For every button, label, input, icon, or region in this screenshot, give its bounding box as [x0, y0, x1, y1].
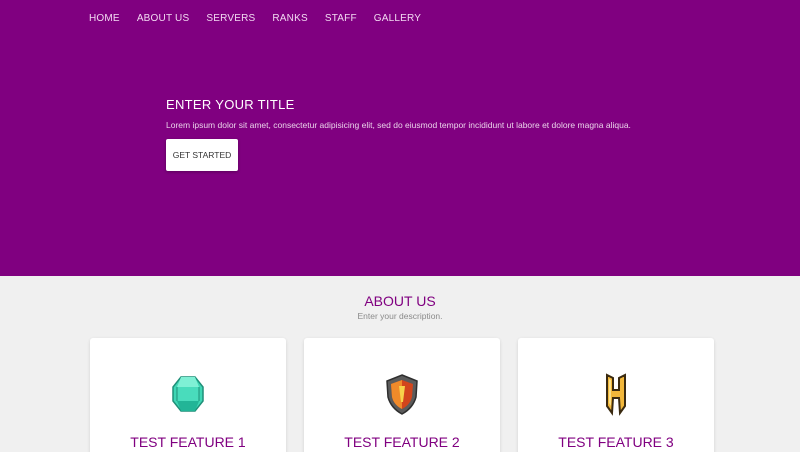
feature-title: TEST FEATURE 1 [130, 434, 246, 450]
nav-item-staff[interactable]: STAFF [325, 12, 357, 26]
about-section-subtitle: Enter your description. [357, 311, 443, 321]
nav-item-ranks[interactable]: RANKS [272, 12, 307, 26]
shield-icon [386, 374, 418, 415]
nav-item-gallery[interactable]: GALLERY [374, 12, 421, 26]
nav-item-servers[interactable]: SERVERS [206, 12, 255, 26]
top-nav: HOME ABOUT US SERVERS RANKS STAFF GALLER… [89, 12, 438, 26]
feature-title: TEST FEATURE 3 [558, 434, 674, 450]
feature-card-3: TEST FEATURE 3 [518, 338, 714, 452]
hero-description: Lorem ipsum dolor sit amet, consectetur … [166, 120, 631, 130]
hero-title: ENTER YOUR TITLE [166, 97, 295, 112]
about-section-title: ABOUT US [364, 293, 436, 309]
h-logo-icon [606, 373, 626, 416]
hero-section: HOME ABOUT US SERVERS RANKS STAFF GALLER… [0, 0, 800, 276]
feature-card-1: TEST FEATURE 1 [90, 338, 286, 452]
nav-item-home[interactable]: HOME [89, 12, 120, 26]
feature-title: TEST FEATURE 2 [344, 434, 460, 450]
emerald-gem-icon [172, 376, 204, 412]
get-started-button[interactable]: GET STARTED [166, 139, 238, 171]
feature-card-2: TEST FEATURE 2 [304, 338, 500, 452]
nav-item-about-us[interactable]: ABOUT US [137, 12, 190, 26]
